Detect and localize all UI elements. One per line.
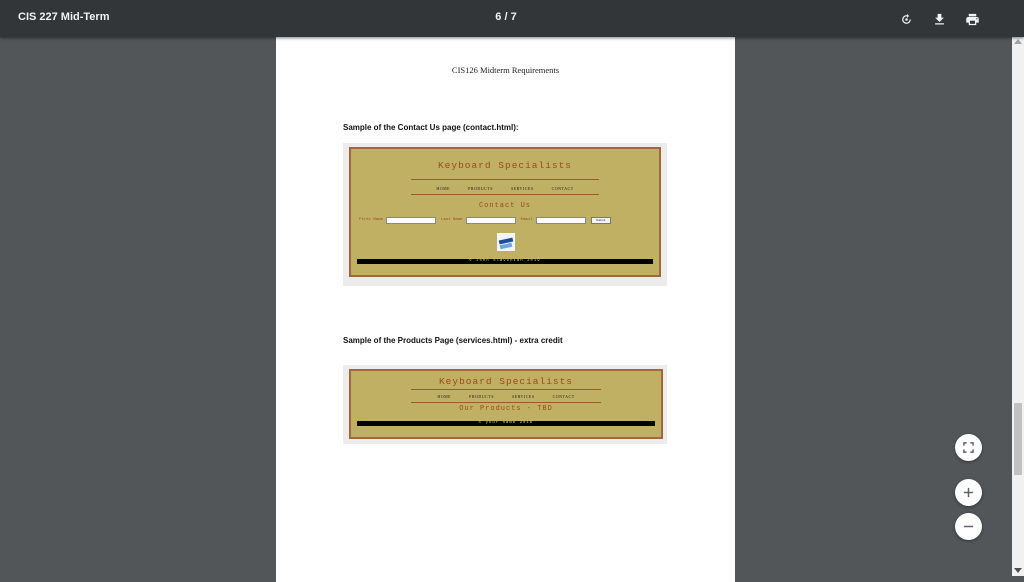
- nav-home: HOME: [437, 394, 452, 399]
- products-heading: Our Products - TBD: [459, 405, 553, 413]
- badge-stripe: [499, 242, 513, 250]
- nav-products: PRODUCTS: [468, 186, 494, 191]
- print-button[interactable]: [961, 8, 983, 30]
- fit-to-page-button[interactable]: [955, 434, 982, 461]
- scroll-down-arrow-icon[interactable]: [1014, 568, 1022, 573]
- divider: [411, 402, 601, 403]
- products-page-screenshot: Keyboard Specialists HOME PRODUCTS SERVI…: [343, 365, 667, 444]
- page-indicator[interactable]: 6 / 7: [486, 11, 526, 23]
- contact-site-preview: Keyboard Specialists HOME PRODUCTS SERVI…: [349, 147, 661, 277]
- divider: [411, 194, 599, 195]
- document-title: CIS 227 Mid-Term: [18, 11, 110, 23]
- site-title: Keyboard Specialists: [438, 376, 574, 387]
- pdf-toolbar: CIS 227 Mid-Term 6 / 7: [0, 0, 1024, 37]
- contact-form: First Name Last Name Email Submit: [359, 216, 611, 224]
- site-nav: HOME PRODUCTS SERVICES CONTACT: [351, 186, 659, 191]
- scroll-up-arrow-icon[interactable]: [1014, 39, 1022, 44]
- nav-home: HOME: [436, 186, 451, 191]
- nav-contact: CONTACT: [551, 186, 574, 191]
- zoom-out-icon: [963, 525, 974, 528]
- nav-services: SERVICES: [512, 394, 535, 399]
- download-icon: [934, 13, 944, 24]
- submit-button: Submit: [590, 216, 611, 224]
- page-header: CIS126 Midterm Requirements: [451, 65, 560, 75]
- download-button[interactable]: [928, 8, 950, 30]
- pdf-page: CIS126 Midterm Requirements Sample of th…: [276, 37, 735, 582]
- site-nav: HOME PRODUCTS SERVICES CONTACT: [351, 394, 661, 399]
- vertical-scrollbar[interactable]: [1012, 37, 1024, 576]
- zoom-in-button[interactable]: [955, 479, 982, 506]
- contact-page-screenshot: Keyboard Specialists HOME PRODUCTS SERVI…: [343, 143, 667, 286]
- last-name-label: Last Name: [441, 218, 463, 222]
- email-label: Email: [520, 218, 533, 222]
- contact-heading: Contact Us: [478, 202, 531, 210]
- last-name-field: [465, 216, 516, 224]
- print-icon: [965, 13, 979, 25]
- site-title: Keyboard Specialists: [437, 160, 573, 171]
- products-caption: Sample of the Products Page (services.ht…: [343, 336, 563, 345]
- first-name-field: [386, 216, 437, 224]
- fit-to-page-icon: [963, 442, 974, 453]
- nav-services: SERVICES: [511, 186, 534, 191]
- first-name-label: First Name: [359, 218, 384, 222]
- scroll-thumb[interactable]: [1014, 403, 1022, 475]
- rotate-icon: [901, 13, 911, 24]
- badge-image: [497, 233, 515, 251]
- products-site-preview: Keyboard Specialists HOME PRODUCTS SERVI…: [349, 369, 663, 439]
- divider: [411, 389, 601, 390]
- email-field: [535, 216, 586, 224]
- zoom-out-button[interactable]: [955, 513, 982, 540]
- nav-products: PRODUCTS: [469, 394, 495, 399]
- divider: [411, 179, 599, 180]
- zoom-in-icon: [963, 487, 974, 498]
- rotate-button[interactable]: [895, 8, 917, 30]
- nav-contact: CONTACT: [552, 394, 575, 399]
- site-footer: © your name 2019: [357, 421, 655, 426]
- site-footer: © John Slavonian 2019: [357, 259, 653, 264]
- contact-caption: Sample of the Contact Us page (contact.h…: [343, 123, 519, 132]
